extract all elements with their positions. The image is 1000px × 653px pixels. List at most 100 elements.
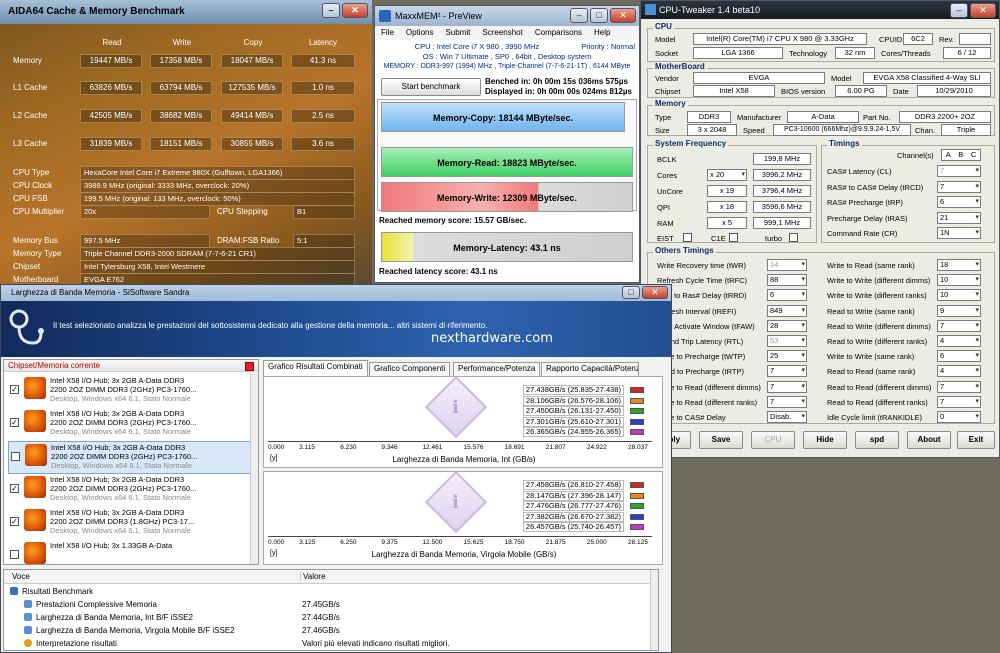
series-swatch (630, 387, 644, 393)
timing-dropdown[interactable]: 7 (937, 180, 981, 193)
menu-file[interactable]: File (381, 28, 394, 38)
timing-dropdown[interactable]: 7 (937, 165, 981, 177)
memory-chip-icon (24, 509, 46, 531)
tab-performance-power[interactable]: Performance/Potenza (453, 362, 541, 376)
list-close-icon[interactable] (245, 362, 254, 371)
series-swatch (630, 418, 644, 425)
timing-label: RAS# Precharge (tRP) (827, 198, 903, 207)
about-button[interactable]: About (907, 431, 951, 449)
x-tick-label: 9.375 (381, 539, 398, 546)
other-timing-dropdown[interactable]: 4 (937, 335, 981, 347)
timing-dropdown[interactable]: 21 (937, 211, 981, 224)
c1e-checkbox[interactable] (729, 233, 738, 242)
cores-multiplier-dropdown[interactable]: x 20 (707, 169, 747, 181)
other-timing-dropdown[interactable]: 7 (937, 380, 981, 393)
other-timing-dropdown[interactable]: 7 (767, 365, 807, 378)
spd-button[interactable]: spd (855, 431, 899, 449)
other-timing-dropdown[interactable]: 10 (937, 274, 981, 287)
menu-help[interactable]: Help (594, 28, 610, 38)
channel-c[interactable]: C (971, 150, 976, 160)
close-icon[interactable]: ✕ (970, 3, 996, 18)
other-timing-dropdown[interactable]: 849 (767, 304, 807, 317)
other-timing-dropdown[interactable]: 88 (767, 274, 807, 287)
result-row[interactable]: Interpretazione risultati (24, 637, 117, 650)
other-timing-dropdown[interactable]: 10 (937, 289, 981, 302)
tab-components-chart[interactable]: Grafico Componenti (369, 362, 451, 376)
copy-value: 30855 MB/s (221, 137, 283, 151)
channel-a[interactable]: A (946, 150, 951, 160)
manufacturer-value: A-Data (787, 111, 859, 123)
other-timing-dropdown[interactable]: Disab. (767, 411, 807, 423)
other-timing-label: Read to Read (different dimms) (827, 382, 932, 392)
socket-value: LGA 1366 (693, 47, 783, 59)
menu-options[interactable]: Options (406, 28, 434, 38)
item-checkbox[interactable]: ✓ (10, 418, 19, 427)
chipset-list-item[interactable]: ✓ Intel X58 I/O Hub; 3x 2GB A-Data DDR3 22… (8, 408, 256, 441)
timing-dropdown[interactable]: 6 (937, 196, 981, 208)
save-button[interactable]: Save (699, 431, 743, 449)
others-timings-title: Others Timings (653, 246, 716, 255)
other-timing-dropdown[interactable]: 14 (767, 259, 807, 271)
exit-button[interactable]: Exit (957, 431, 995, 449)
minimize-icon[interactable]: – (570, 8, 588, 23)
hide-button[interactable]: Hide (803, 431, 847, 449)
vendor-label: Vendor (655, 74, 679, 83)
start-benchmark-button[interactable]: Start benchmark (381, 78, 481, 96)
item-checkbox[interactable] (11, 452, 20, 461)
other-timing-dropdown[interactable]: 9 (937, 304, 981, 317)
other-timing-dropdown[interactable]: 18 (937, 259, 981, 271)
channel-selector[interactable]: A B C (941, 149, 981, 161)
chipset-list-item[interactable]: Intel X58 I/O Hub; 3x 2GB A-Data DDR3 220… (8, 441, 256, 474)
item-line3: Desktop, Windows x64 6.1, Stato Normale (50, 427, 191, 436)
maximize-icon[interactable]: □ (622, 286, 640, 299)
other-timing-dropdown[interactable]: 53 (767, 335, 807, 347)
other-timing-dropdown[interactable]: 28 (767, 319, 807, 332)
tab-combined-chart[interactable]: Grafico Risultati Combinati (263, 360, 368, 376)
cpu-model-value: Intel(R) Core(TM) i7 CPU X 980 @ 3.33GHz (693, 33, 867, 45)
result-row[interactable]: Larghezza di Banda Memoria, Int B/F iSSE… (24, 611, 193, 624)
channels-label: Channel(s) (897, 151, 934, 160)
minimize-icon[interactable]: – (950, 3, 968, 18)
other-timing-dropdown[interactable]: 7 (937, 395, 981, 408)
menu-comparisons[interactable]: Comparisons (535, 28, 582, 38)
list-scrollbar[interactable] (250, 373, 258, 564)
result-row[interactable]: Larghezza di Banda Memoria, Virgola Mobi… (24, 624, 235, 637)
results-group-label: Risultati Benchmark (22, 587, 94, 596)
item-checkbox[interactable]: ✓ (10, 385, 19, 394)
other-timing-dropdown[interactable]: 7 (937, 319, 981, 332)
channel-b[interactable]: B (958, 150, 963, 160)
other-timing-dropdown[interactable]: 4 (937, 365, 981, 378)
cpu-button[interactable]: CPU (751, 431, 795, 449)
maximize-icon[interactable]: □ (590, 8, 608, 23)
close-icon[interactable]: ✕ (642, 286, 668, 299)
other-timing-dropdown[interactable]: 7 (767, 395, 807, 408)
close-icon[interactable]: ✕ (610, 8, 636, 23)
other-timing-dropdown[interactable]: 7 (767, 380, 807, 393)
manufacturer-label: Manufacturer (737, 113, 782, 122)
item-checkbox[interactable] (10, 550, 19, 559)
menu-submit[interactable]: Submit (445, 28, 470, 38)
tab-capacity-power[interactable]: Rapporto Capacità/Potenza (541, 362, 639, 376)
item-checkbox[interactable]: ✓ (10, 484, 19, 493)
menu-screenshot[interactable]: Screenshot (482, 28, 522, 38)
eist-checkbox[interactable] (683, 233, 692, 242)
other-timing-dropdown[interactable]: 0 (937, 411, 981, 423)
other-timing-dropdown[interactable]: 25 (767, 350, 807, 363)
result-row[interactable]: Prestazioni Complessive Memoria (24, 598, 157, 611)
other-timing-dropdown[interactable]: 6 (767, 289, 807, 302)
other-timing-dropdown[interactable]: 6 (937, 350, 981, 363)
results-group-row[interactable]: Risultati Benchmark (10, 585, 93, 598)
chipset-list-item[interactable]: ✓ Intel X58 I/O Hub; 3x 2GB A-Data DDR3 22… (8, 375, 256, 408)
item-checkbox[interactable]: ✓ (10, 517, 19, 526)
minimize-icon[interactable]: – (322, 3, 340, 18)
chipset-list-item[interactable]: ✓ Intel X58 I/O Hub; 3x 2GB A-Data DDR3 22… (8, 474, 256, 507)
chipset-list-item[interactable]: ✓ Intel X58 I/O Hub; 3x 2GB A-Data DDR3 22… (8, 507, 256, 540)
item-line1: Intel X58 I/O Hub; 3x 1.33GB A-Data (50, 541, 173, 550)
close-icon[interactable]: ✕ (342, 3, 368, 18)
read-value: 42505 MB/s (80, 109, 142, 123)
x-axis-label: Larghezza di Banda Memoria, Int (GB/s) (392, 455, 536, 464)
timing-dropdown[interactable]: 1N (937, 227, 981, 239)
results-scrollbar[interactable] (650, 570, 658, 650)
timing-label: RAS# to CAS# Delay (tRCD) (827, 182, 924, 192)
turbo-checkbox[interactable] (789, 233, 798, 242)
